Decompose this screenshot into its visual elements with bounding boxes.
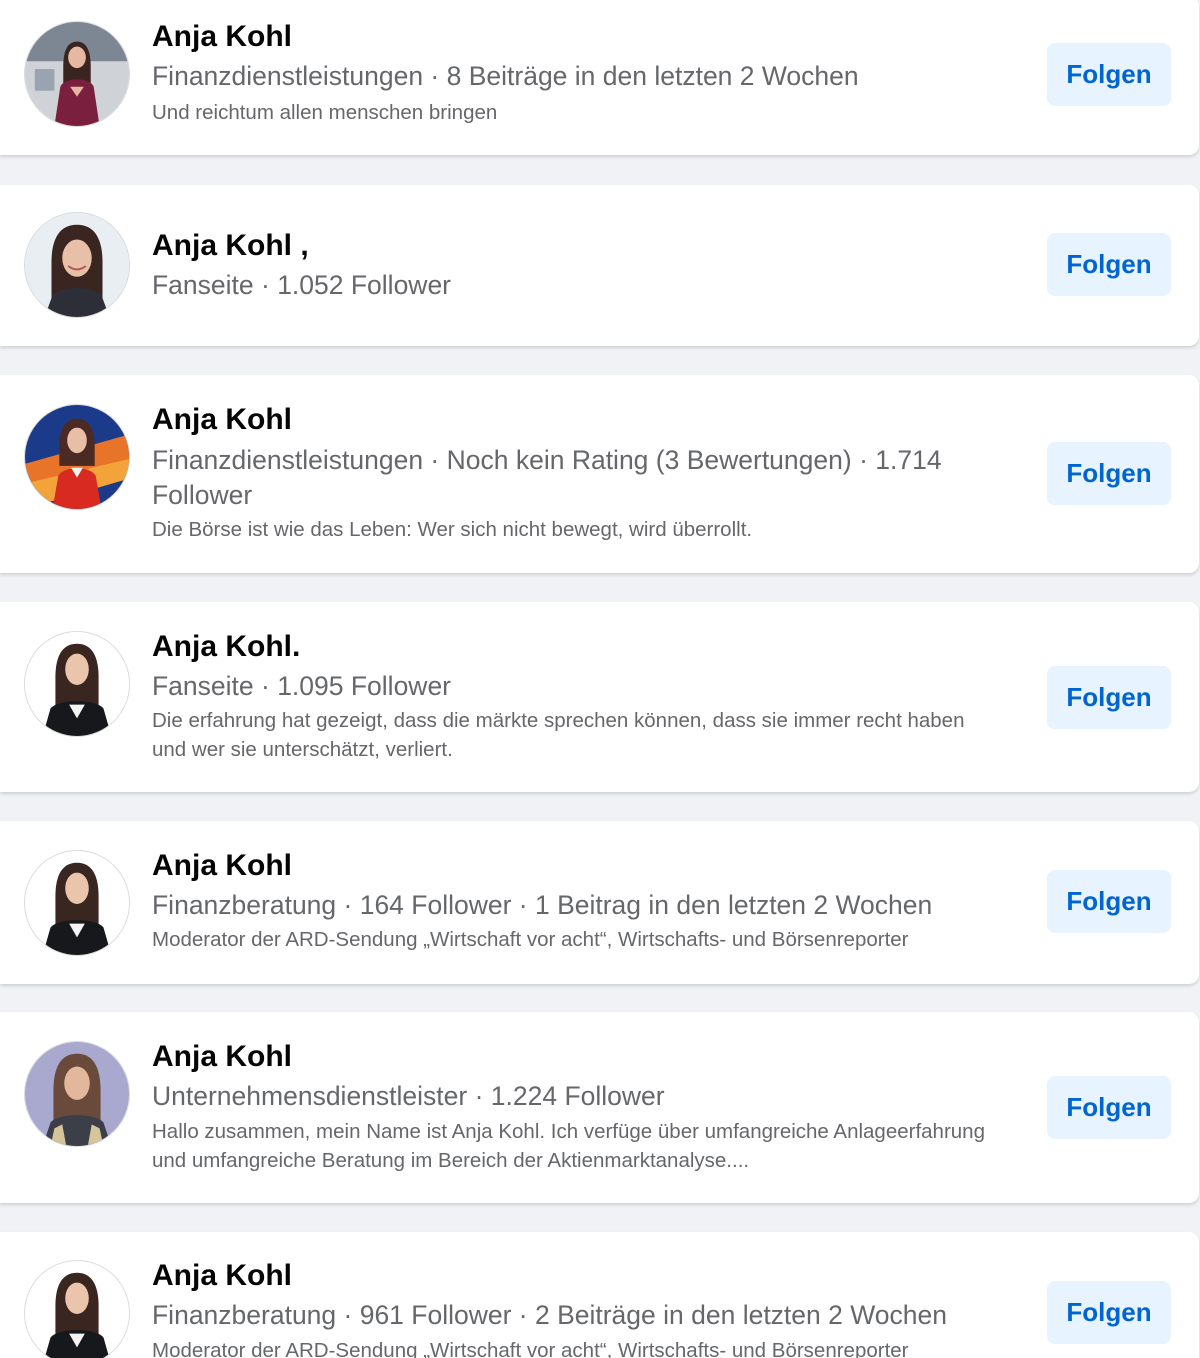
result-name[interactable]: Anja Kohl ,	[152, 229, 309, 263]
result-card: Anja Kohl. Fanseite · 1.095 Follower Die…	[0, 602, 1199, 792]
result-meta: Finanzberatung · 961 Follower · 2 Beiträ…	[152, 1300, 947, 1330]
result-meta: Finanzdienstleistungen · Noch kein Ratin…	[152, 445, 942, 510]
avatar[interactable]	[24, 631, 130, 737]
result-meta: Finanzdienstleistungen · 8 Beiträge in d…	[152, 61, 859, 91]
avatar-photo-icon	[25, 1042, 129, 1146]
result-name[interactable]: Anja Kohl	[152, 849, 292, 883]
result-card: Anja Kohl , Fanseite · 1.052 Follower Fo…	[0, 185, 1199, 346]
avatar-photo-icon	[25, 851, 129, 955]
avatar-photo-icon	[25, 405, 129, 509]
avatar[interactable]	[24, 1260, 130, 1358]
result-description: Hallo zusammen, mein Name ist Anja Kohl.…	[152, 1120, 985, 1172]
follow-button[interactable]: Folgen	[1047, 666, 1171, 729]
avatar-photo-icon	[25, 213, 129, 317]
result-card: Anja Kohl Finanzberatung · 961 Follower …	[0, 1232, 1199, 1358]
avatar-photo-icon	[25, 1261, 129, 1358]
result-card: Anja Kohl Unternehmensdienstleister · 1.…	[0, 1012, 1199, 1203]
avatar[interactable]	[24, 850, 130, 956]
result-meta: Fanseite · 1.052 Follower	[152, 270, 452, 300]
follow-button[interactable]: Folgen	[1047, 233, 1171, 296]
avatar[interactable]	[24, 404, 130, 510]
result-meta: Finanzberatung · 164 Follower · 1 Beitra…	[152, 890, 933, 920]
result-card: Anja Kohl Finanzberatung · 164 Follower …	[0, 821, 1199, 984]
result-description: Moderator der ARD-Sendung „Wirtschaft vo…	[152, 928, 909, 951]
follow-button[interactable]: Folgen	[1047, 1076, 1171, 1139]
result-description: Und reichtum allen menschen bringen	[152, 101, 498, 124]
follow-button[interactable]: Folgen	[1047, 442, 1171, 505]
avatar[interactable]	[24, 1041, 130, 1147]
result-description: Moderator der ARD-Sendung „Wirtschaft vo…	[152, 1339, 909, 1358]
avatar-photo-icon	[25, 632, 129, 736]
result-name[interactable]: Anja Kohl	[152, 20, 292, 54]
follow-button[interactable]: Folgen	[1047, 870, 1171, 933]
result-description: Die erfahrung hat gezeigt, dass die märk…	[152, 709, 965, 761]
avatar[interactable]	[24, 21, 130, 127]
result-name[interactable]: Anja Kohl	[152, 403, 292, 437]
search-results-list: Anja Kohl Finanzdienstleistungen · 8 Bei…	[0, 0, 1200, 1358]
result-card: Anja Kohl Finanzdienstleistungen · 8 Bei…	[0, 0, 1199, 155]
avatar-photo-icon	[25, 22, 129, 126]
result-description: Die Börse ist wie das Leben: Wer sich ni…	[152, 518, 753, 541]
follow-button[interactable]: Folgen	[1047, 43, 1171, 106]
avatar[interactable]	[24, 212, 130, 318]
follow-button[interactable]: Folgen	[1047, 1281, 1171, 1344]
result-name[interactable]: Anja Kohl.	[152, 630, 300, 664]
result-name[interactable]: Anja Kohl	[152, 1259, 292, 1293]
result-meta: Unternehmensdienstleister · 1.224 Follow…	[152, 1081, 665, 1111]
result-card: Anja Kohl Finanzdienstleistungen · Noch …	[0, 375, 1199, 573]
result-meta: Fanseite · 1.095 Follower	[152, 671, 452, 701]
result-name[interactable]: Anja Kohl	[152, 1040, 292, 1074]
